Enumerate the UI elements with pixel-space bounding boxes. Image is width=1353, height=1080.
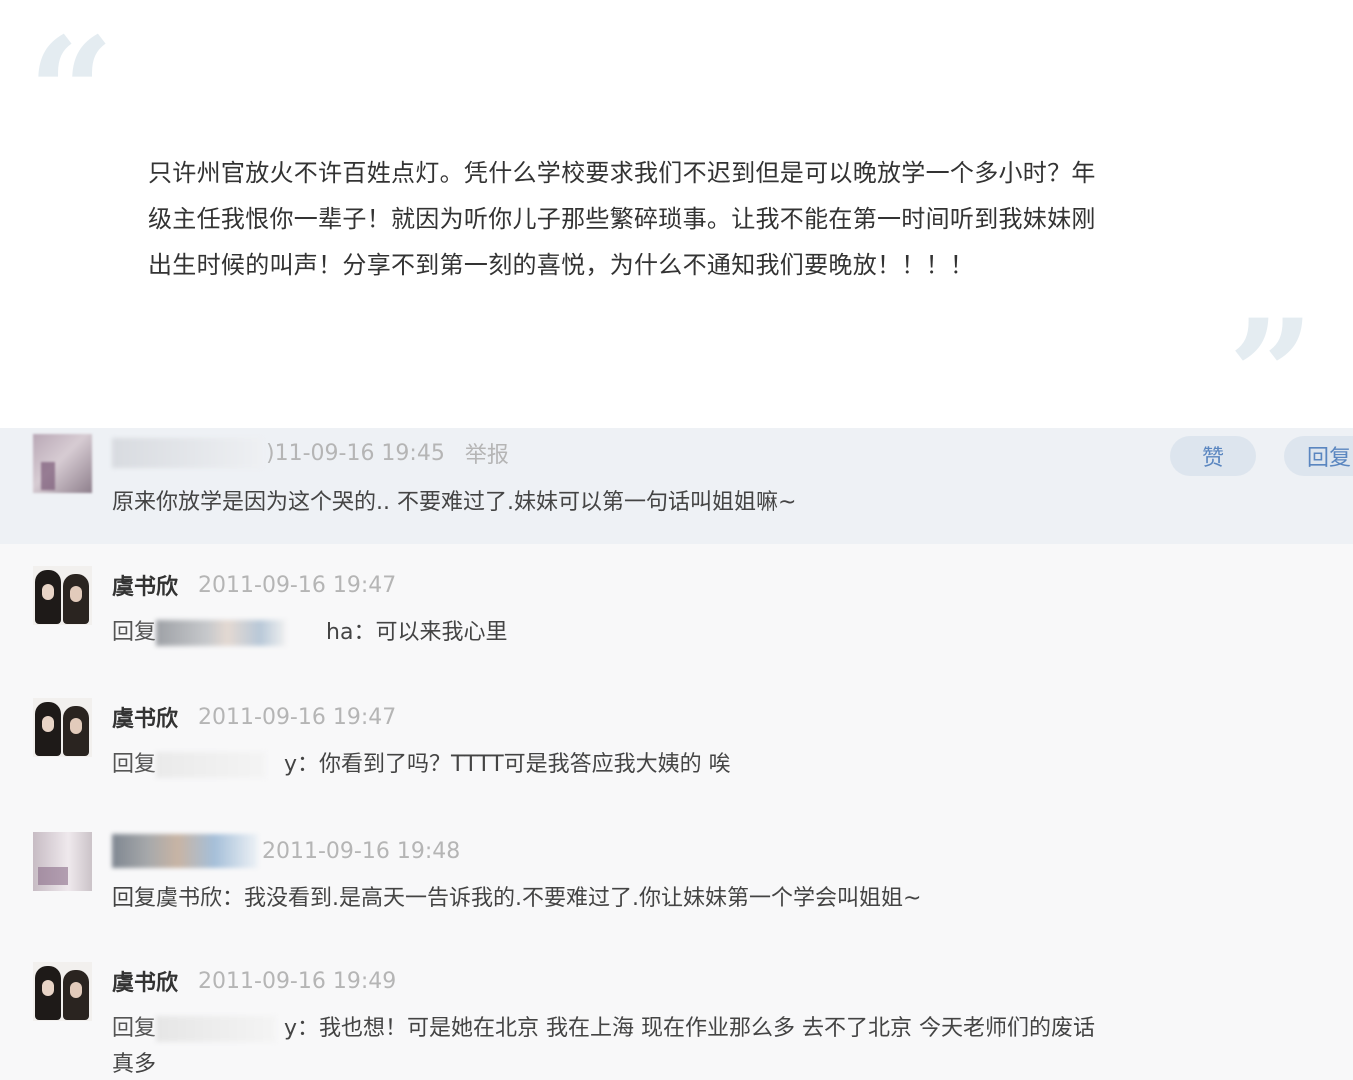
reply-prefix: 回复: [112, 1016, 157, 1041]
comment-username[interactable]: 虞书欣: [112, 569, 178, 601]
comment-item: 虞书欣 2011-09-16 19:47 回复 ha：可以来我心里: [0, 566, 1353, 676]
like-button[interactable]: 赞: [1170, 436, 1256, 476]
redacted-username[interactable]: [156, 620, 287, 646]
redacted-username[interactable]: [156, 1016, 277, 1042]
comment-timestamp: 2011-09-16 19:47: [198, 704, 397, 730]
reply-prefix: 回复: [112, 752, 157, 777]
comment-item: 虞书欣 2011-09-16 19:49 回复 y：我也想！可是她在北京 我在上海…: [0, 962, 1353, 1080]
comment-meta: 虞书欣 2011-09-16 19:47: [112, 700, 396, 734]
reply-text: ha：可以来我心里: [326, 620, 508, 645]
comment-item: 虞书欣 2011-09-16 19:47 回复 y：你看到了吗？TTTT可是我答应…: [0, 698, 1353, 808]
comment-meta: 2011-09-16 19:48: [112, 834, 460, 868]
comment-meta: 虞书欣 2011-09-16 19:49: [112, 964, 396, 998]
comment-timestamp: 2011-09-16 19:48: [262, 838, 461, 864]
reply-text: y：我也想！可是她在北京 我在上海 现在作业那么多 去不了北京 今天老师们的废话: [284, 1016, 1096, 1041]
comment-text-continuation: 真多: [112, 1052, 157, 1077]
post-text-line: 出生时候的叫声！分享不到第一刻的喜悦，为什么不通知我们要晚放！！！！: [148, 251, 975, 279]
reply-text: y：你看到了吗？TTTT可是我答应我大姨的 唉: [284, 752, 731, 777]
comment-timestamp: 2011-09-16 19:47: [198, 572, 397, 598]
comment-text: 回复虞书欣：我没看到.是高天一告诉我的.不要难过了.你让妹妹第一个学会叫姐姐~: [112, 886, 922, 911]
comment-item: 2011-09-16 19:48 回复虞书欣：我没看到.是高天一告诉我的.不要难…: [0, 830, 1353, 940]
weibo-post-page: “ 只许州官放火不许百姓点灯。凭什么学校要求我们不迟到但是可以晚放学一个多小时？…: [0, 0, 1353, 1080]
post-text-line: 只许州官放火不许百姓点灯。凭什么学校要求我们不迟到但是可以晚放学一个多小时？年: [148, 159, 1096, 187]
open-quote-icon: “: [28, 5, 115, 181]
redacted-username[interactable]: [112, 834, 258, 868]
avatar[interactable]: [33, 962, 92, 1021]
avatar[interactable]: [33, 698, 92, 757]
comment-text: 回复 ha：可以来我心里: [112, 614, 507, 646]
comment-item: )11-09-16 19:45 举报 原来你放学是因为这个哭的.. 不要难过了.…: [0, 428, 1353, 544]
redacted-username[interactable]: [112, 438, 262, 468]
redacted-username[interactable]: [156, 752, 267, 778]
comment-list: )11-09-16 19:45 举报 原来你放学是因为这个哭的.. 不要难过了.…: [0, 428, 1353, 1080]
comment-username[interactable]: 虞书欣: [112, 965, 178, 997]
avatar[interactable]: [33, 566, 92, 625]
comment-timestamp: )11-09-16 19:45: [266, 440, 445, 466]
comment-meta: )11-09-16 19:45 举报: [112, 436, 509, 470]
comment-text: 回复 y：我也想！可是她在北京 我在上海 现在作业那么多 去不了北京 今天老师们的…: [112, 1010, 1095, 1042]
quote-card: “ 只许州官放火不许百姓点灯。凭什么学校要求我们不迟到但是可以晚放学一个多小时？…: [0, 0, 1353, 450]
comment-timestamp: 2011-09-16 19:49: [198, 968, 397, 994]
comment-text: 回复 y：你看到了吗？TTTT可是我答应我大姨的 唉: [112, 746, 731, 778]
comment-meta: 虞书欣 2011-09-16 19:47: [112, 568, 396, 602]
reply-button[interactable]: 回复: [1284, 436, 1353, 476]
reply-prefix: 回复: [112, 620, 157, 645]
report-link[interactable]: 举报: [465, 437, 509, 469]
avatar[interactable]: [33, 832, 92, 891]
avatar[interactable]: [33, 434, 92, 493]
post-text-line: 级主任我恨你一辈子！就因为听你儿子那些繁碎琐事。让我不能在第一时间听到我妹妹刚: [148, 205, 1096, 233]
post-text: 只许州官放火不许百姓点灯。凭什么学校要求我们不迟到但是可以晚放学一个多小时？年 …: [148, 150, 1208, 288]
comment-text: 原来你放学是因为这个哭的.. 不要难过了.妹妹可以第一句话叫姐姐嘛~: [112, 490, 797, 515]
comment-username[interactable]: 虞书欣: [112, 701, 178, 733]
